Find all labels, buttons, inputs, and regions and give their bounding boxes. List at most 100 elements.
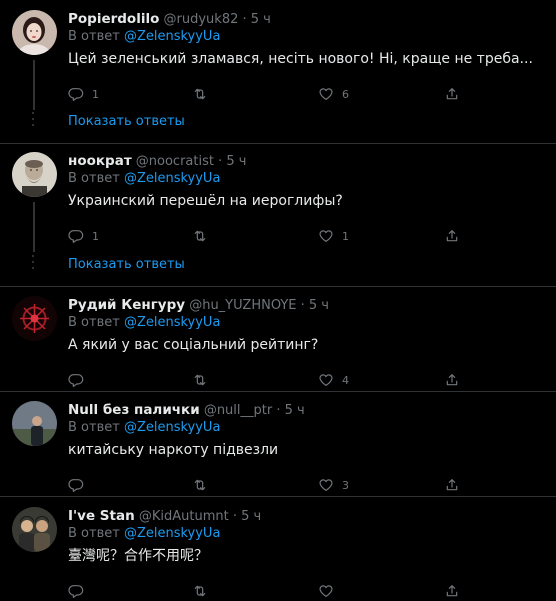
reply-tweet[interactable]: ноократ @noocratist · 5 ч В ответ @Zelen…: [0, 152, 556, 252]
like-count: 4: [342, 373, 349, 387]
retweet-button[interactable]: [192, 475, 216, 495]
tweet-header: Popierdolilo @rudyuk82 · 5 ч: [68, 10, 271, 29]
avatar-portrait-woman-icon: [12, 10, 57, 55]
reply-tweet[interactable]: Popierdolilo @rudyuk82 · 5 ч В ответ @Ze…: [0, 10, 556, 110]
reply-button[interactable]: [68, 475, 92, 495]
reply-icon: [68, 479, 84, 492]
like-button[interactable]: 6: [318, 84, 349, 104]
share-button[interactable]: [444, 84, 460, 104]
separator: [0, 143, 556, 144]
thread-line: [33, 202, 35, 252]
heart-icon: [319, 230, 333, 242]
action-bar: 3: [68, 475, 468, 495]
reply-prefix: В ответ: [68, 315, 120, 330]
share-button[interactable]: [444, 475, 460, 495]
reply-tweet[interactable]: I've Stan @KidAutumnt · 5 ч В ответ @Zel…: [0, 507, 556, 600]
handle[interactable]: @null__ptr: [204, 403, 272, 418]
retweet-icon: [194, 88, 206, 100]
avatar-red-emblem-icon: [12, 296, 57, 341]
avatar-two-people-icon: [12, 507, 57, 552]
handle[interactable]: @noocratist: [136, 154, 214, 169]
heart-icon: [319, 585, 333, 597]
reply-context: В ответ @ZelenskyyUa: [68, 419, 220, 437]
timestamp[interactable]: · 5 ч: [276, 403, 304, 418]
reply-button[interactable]: 1: [68, 84, 99, 104]
tweet-header: I've Stan @KidAutumnt · 5 ч: [68, 507, 261, 526]
heart-icon: [319, 479, 333, 491]
reply-count: 1: [92, 229, 99, 243]
avatar[interactable]: [12, 507, 57, 552]
timestamp[interactable]: · 5 ч: [301, 298, 329, 313]
reply-icon: [68, 230, 84, 243]
retweet-button[interactable]: [192, 84, 216, 104]
reply-context: В ответ @ZelenskyyUa: [68, 314, 220, 332]
action-bar: 4: [68, 370, 468, 390]
thread-line: [33, 60, 35, 110]
like-button[interactable]: 4: [318, 370, 349, 390]
mention-link[interactable]: @ZelenskyyUa: [124, 420, 220, 435]
mention-link[interactable]: @ZelenskyyUa: [124, 315, 220, 330]
retweet-button[interactable]: [192, 581, 208, 601]
reply-feed: Popierdolilo @rudyuk82 · 5 ч В ответ @Ze…: [0, 0, 556, 600]
display-name[interactable]: Рудий Кенгуру: [68, 297, 185, 313]
reply-icon: [68, 585, 84, 598]
tweet-text: 臺灣呢？合作不用呢？: [68, 548, 208, 564]
like-button[interactable]: [318, 581, 334, 601]
reply-icon: [68, 88, 84, 101]
like-count: 3: [342, 478, 349, 492]
reply-button[interactable]: [68, 581, 84, 601]
reply-prefix: В ответ: [68, 420, 120, 435]
tweet-header: ноократ @noocratist · 5 ч: [68, 152, 246, 171]
show-replies-link[interactable]: Показать ответы: [68, 114, 185, 129]
show-replies-row[interactable]: Показать ответы: [0, 247, 556, 287]
avatar[interactable]: [12, 152, 57, 197]
reply-icon: [68, 374, 84, 387]
reply-tweet[interactable]: Рудий Кенгуру @hu_YUZHNOYE · 5 ч В ответ…: [0, 296, 556, 391]
action-bar: 1 1: [68, 226, 468, 246]
show-replies-row[interactable]: Показать ответы: [0, 104, 556, 144]
timestamp[interactable]: · 5 ч: [218, 154, 246, 169]
reply-button[interactable]: [68, 370, 92, 390]
handle[interactable]: @rudyuk82: [164, 12, 239, 27]
handle[interactable]: @KidAutumnt: [139, 509, 229, 524]
like-button[interactable]: 3: [318, 475, 349, 495]
tweet-text: китайську наркоту підвезли: [68, 442, 279, 458]
handle[interactable]: @hu_YUZHNOYE: [189, 298, 296, 313]
retweet-button[interactable]: [192, 370, 216, 390]
display-name[interactable]: Popierdolilo: [68, 11, 159, 27]
tweet-text: А який у вас соціальний рейтинг?: [68, 337, 319, 353]
reply-tweet[interactable]: Null без палички @null__ptr · 5 ч В отве…: [0, 401, 556, 492]
avatar[interactable]: [12, 401, 57, 446]
tweet-header: Рудий Кенгуру @hu_YUZHNOYE · 5 ч: [68, 296, 329, 315]
avatar[interactable]: [12, 10, 57, 55]
display-name[interactable]: Null без палички: [68, 402, 200, 418]
reply-count: 1: [92, 87, 99, 101]
display-name[interactable]: I've Stan: [68, 508, 135, 524]
show-replies-link[interactable]: Показать ответы: [68, 257, 185, 272]
share-button[interactable]: [444, 581, 460, 601]
avatar[interactable]: [12, 296, 57, 341]
share-icon: [446, 374, 458, 386]
avatar-bearded-man-icon: [12, 152, 57, 197]
retweet-button[interactable]: [192, 226, 216, 246]
share-icon: [446, 88, 458, 100]
timestamp[interactable]: · 5 ч: [243, 12, 271, 27]
retweet-icon: [194, 479, 206, 491]
reply-context: В ответ @ZelenskyyUa: [68, 28, 220, 46]
timestamp[interactable]: · 5 ч: [233, 509, 261, 524]
share-icon: [446, 230, 458, 242]
retweet-icon: [194, 230, 206, 242]
mention-link[interactable]: @ZelenskyyUa: [124, 526, 220, 541]
display-name[interactable]: ноократ: [68, 153, 132, 169]
separator: [0, 286, 556, 287]
like-button[interactable]: 1: [318, 226, 349, 246]
heart-icon: [319, 88, 333, 100]
reply-button[interactable]: 1: [68, 226, 99, 246]
share-button[interactable]: [444, 370, 460, 390]
share-icon: [446, 479, 458, 491]
tweet-text: Цей зеленський зламався, несіть нового! …: [68, 51, 533, 67]
mention-link[interactable]: @ZelenskyyUa: [124, 29, 220, 44]
mention-link[interactable]: @ZelenskyyUa: [124, 171, 220, 186]
thread-dots: [32, 112, 35, 130]
share-button[interactable]: [444, 226, 460, 246]
